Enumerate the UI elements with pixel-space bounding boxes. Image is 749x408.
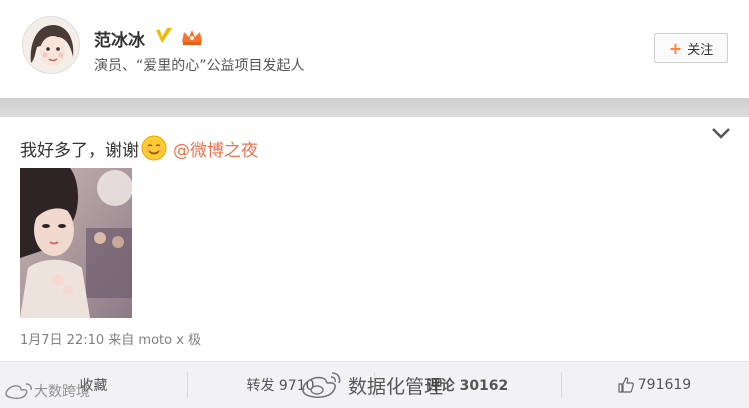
post-body: 我好多了，谢谢 [20, 140, 139, 161]
weibo-logo-icon [302, 372, 341, 399]
mention-link[interactable]: @微博之夜 [173, 136, 258, 161]
watermark-right-text: 数据化管理 [348, 375, 444, 398]
verified-icon [156, 28, 172, 43]
thumbs-up-icon [618, 377, 634, 393]
follow-label: 关注 [687, 42, 714, 58]
post-timestamp-source[interactable]: 1月7日 22:10 来自 moto x 极 [20, 329, 201, 348]
selfie-image [20, 168, 132, 318]
like-count: 791619 [637, 377, 692, 393]
smile-emoji-icon [141, 135, 167, 161]
profile-bio: 演员、“爱里的心”公益项目发起人 [94, 58, 305, 74]
avatar[interactable] [22, 16, 80, 74]
weibo-logo-icon [5, 383, 32, 400]
watermark-right: 数据化管理 [300, 370, 443, 400]
like-button[interactable]: 791619 [561, 362, 748, 408]
watermark-left-text: 大数跨境 [34, 384, 90, 400]
watermark-left: 大数跨境 [4, 381, 90, 401]
follow-button[interactable]: + 关注 [654, 33, 728, 63]
post-photo[interactable] [20, 168, 132, 318]
plus-icon: + [668, 38, 683, 58]
section-separator [0, 98, 749, 117]
member-crown-icon[interactable] [180, 28, 204, 46]
avatar-illustration [23, 17, 79, 73]
post-text: 我好多了，谢谢 @微博之夜 [20, 135, 258, 161]
profile-header: 范冰冰 演员、“爱里的心”公益项目发起人 + 关注 [0, 0, 749, 99]
username[interactable]: 范冰冰 [94, 26, 145, 51]
post-card: 我好多了，谢谢 @微博之夜 1月7日 22:10 来自 moto x 极 [0, 117, 749, 361]
chevron-down-icon[interactable] [710, 125, 732, 141]
